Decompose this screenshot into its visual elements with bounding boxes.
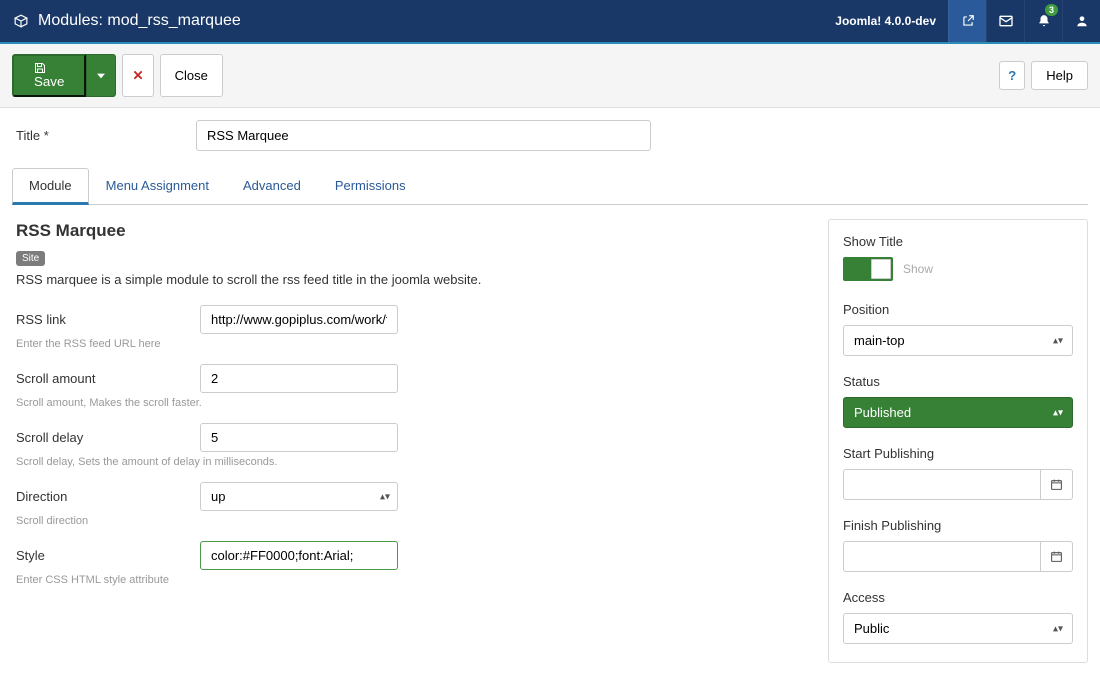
start-publishing-input[interactable] (843, 469, 1040, 500)
tab-menu-assignment[interactable]: Menu Assignment (89, 168, 226, 205)
help-icon-button[interactable]: ? (999, 61, 1025, 90)
notifications-button[interactable]: 3 (1024, 0, 1062, 42)
close-button[interactable]: Close (160, 54, 223, 97)
show-title-toggle[interactable] (843, 257, 893, 281)
field-style: Style (16, 541, 808, 570)
scroll-delay-hint: Scroll delay, Sets the amount of delay i… (16, 456, 808, 468)
title-input[interactable] (196, 120, 651, 151)
field-start-publishing: Start Publishing (843, 446, 1073, 500)
user-button[interactable] (1062, 0, 1100, 42)
tabs: Module Menu Assignment Advanced Permissi… (12, 167, 1088, 205)
close-x-button[interactable]: ✕ (122, 54, 153, 97)
mail-button[interactable] (986, 0, 1024, 42)
finish-publishing-calendar-button[interactable] (1040, 541, 1073, 572)
field-scroll-delay: Scroll delay (16, 423, 808, 452)
field-position: Position main-top ▴▾ (843, 302, 1073, 356)
position-label: Position (843, 302, 1073, 317)
save-dropdown-button[interactable] (86, 54, 116, 97)
status-select[interactable]: Published (843, 397, 1073, 428)
finish-publishing-label: Finish Publishing (843, 518, 1073, 533)
top-header: Modules: mod_rss_marquee Joomla! 4.0.0-d… (0, 0, 1100, 42)
help-button[interactable]: Help (1031, 61, 1088, 90)
direction-select[interactable]: up (200, 482, 398, 511)
show-title-label: Show Title (843, 234, 1073, 249)
style-input[interactable] (200, 541, 398, 570)
version-text: Joomla! 4.0.0-dev (835, 14, 948, 28)
field-scroll-amount: Scroll amount (16, 364, 808, 393)
page-title: Modules: mod_rss_marquee (38, 12, 835, 30)
content: RSS Marquee Site RSS marquee is a simple… (0, 205, 1100, 683)
help-label: Help (1046, 68, 1073, 83)
direction-hint: Scroll direction (16, 515, 808, 527)
access-label: Access (843, 590, 1073, 605)
tab-advanced[interactable]: Advanced (226, 168, 318, 205)
module-description: RSS marquee is a simple module to scroll… (16, 272, 808, 287)
field-direction: Direction up ▴▾ (16, 482, 808, 511)
scroll-amount-label: Scroll amount (16, 364, 200, 386)
start-publishing-label: Start Publishing (843, 446, 1073, 461)
main-panel: RSS Marquee Site RSS marquee is a simple… (12, 205, 812, 663)
module-heading: RSS Marquee (16, 221, 808, 241)
rss-link-input[interactable] (200, 305, 398, 334)
notif-badge: 3 (1045, 4, 1058, 16)
header-icons: 3 (948, 0, 1100, 42)
field-status: Status Published ▴▾ (843, 374, 1073, 428)
site-badge: Site (16, 251, 45, 266)
external-link-button[interactable] (948, 0, 986, 42)
access-select[interactable]: Public (843, 613, 1073, 644)
scroll-delay-input[interactable] (200, 423, 398, 452)
save-button[interactable]: Save (12, 54, 86, 97)
scroll-delay-label: Scroll delay (16, 423, 200, 445)
save-button-group: Save (12, 54, 116, 97)
field-rss-link: RSS link (16, 305, 808, 334)
field-show-title: Show Title Show (843, 234, 1073, 284)
start-publishing-calendar-button[interactable] (1040, 469, 1073, 500)
field-finish-publishing: Finish Publishing (843, 518, 1073, 572)
title-row: Title * (0, 108, 1100, 167)
cube-icon (14, 14, 28, 28)
rss-link-label: RSS link (16, 305, 200, 327)
save-label: Save (34, 74, 64, 89)
scroll-amount-hint: Scroll amount, Makes the scroll faster. (16, 397, 808, 409)
scroll-amount-input[interactable] (200, 364, 398, 393)
status-label: Status (843, 374, 1073, 389)
style-label: Style (16, 541, 200, 563)
style-hint: Enter CSS HTML style attribute (16, 574, 808, 586)
show-title-state: Show (903, 262, 933, 276)
tab-permissions[interactable]: Permissions (318, 168, 423, 205)
position-select[interactable]: main-top (843, 325, 1073, 356)
direction-label: Direction (16, 482, 200, 504)
tab-module[interactable]: Module (12, 168, 89, 205)
finish-publishing-input[interactable] (843, 541, 1040, 572)
title-label: Title * (16, 128, 186, 143)
field-access: Access Public ▴▾ (843, 590, 1073, 644)
toolbar: Save ✕ Close ? Help (0, 44, 1100, 108)
close-label: Close (175, 68, 208, 83)
rss-link-hint: Enter the RSS feed URL here (16, 338, 808, 350)
sidebar-panel: Show Title Show Position main-top ▴▾ Sta… (828, 219, 1088, 663)
